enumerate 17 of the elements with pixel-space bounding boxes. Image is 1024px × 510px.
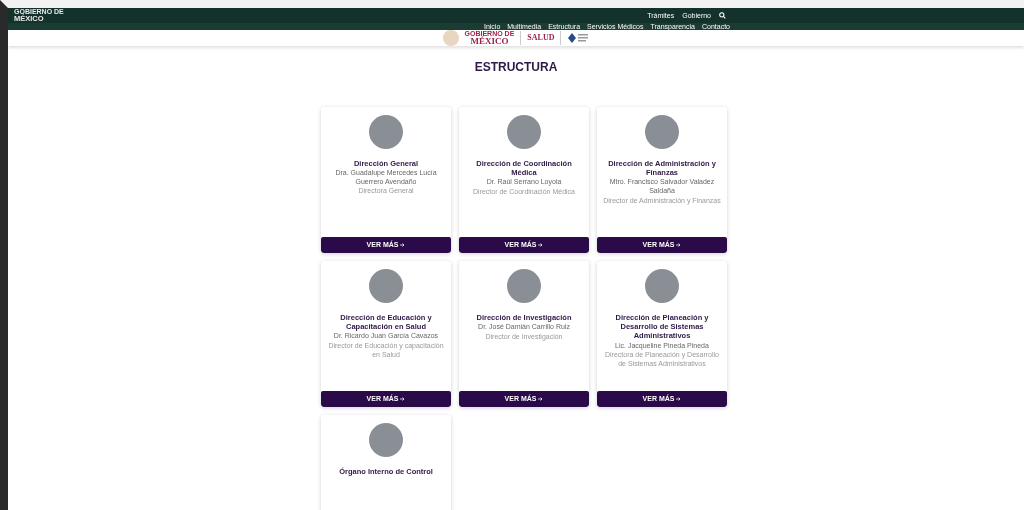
photo-placeholder: [369, 422, 403, 457]
photo-placeholder: [369, 268, 403, 303]
salud-logo: SALUD: [527, 33, 555, 42]
photo-placeholder: [507, 114, 541, 149]
page-title: ESTRUCTURA: [473, 59, 559, 74]
photo-placeholder: [645, 268, 679, 303]
photo-placeholder: [645, 114, 679, 149]
photo-placeholder: [507, 268, 541, 303]
photo-placeholder: [369, 114, 403, 149]
arrow-right-icon: [400, 242, 406, 247]
institution-logo-icon: [567, 31, 590, 44]
search-icon[interactable]: [719, 11, 726, 19]
arrow-right-icon: [400, 396, 406, 401]
arrow-right-icon: [676, 396, 682, 401]
arrow-right-icon: [538, 242, 544, 247]
arrow-right-icon: [538, 396, 544, 401]
arrow-right-icon: [676, 242, 682, 247]
